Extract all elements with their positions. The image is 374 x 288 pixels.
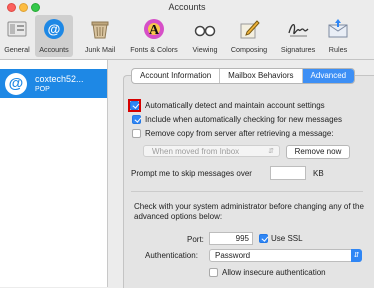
toolbar-item-accounts[interactable]: @ Accounts: [35, 15, 73, 57]
svg-text:A: A: [149, 23, 160, 38]
accounts-window: Accounts General @ Accounts Junk Mail A …: [0, 0, 374, 288]
authentication-select[interactable]: Password ⇵: [209, 249, 362, 262]
signature-icon: [288, 23, 309, 37]
tab-account-information[interactable]: Account Information: [132, 69, 221, 83]
use-ssl-checkbox[interactable]: [259, 234, 268, 243]
glasses-icon: [194, 25, 216, 37]
allow-insecure-checkbox[interactable]: [209, 268, 218, 277]
authentication-label: Authentication:: [145, 251, 198, 260]
divider: [131, 191, 363, 192]
remove-now-button[interactable]: Remove now: [286, 145, 350, 159]
allow-insecure-label: Allow insecure authentication: [222, 268, 326, 277]
window-title: Accounts: [168, 2, 206, 12]
general-icon: [7, 21, 27, 37]
port-label: Port:: [187, 235, 204, 244]
accounts-sidebar: @ coxtech52... POP: [0, 60, 108, 287]
toolbar-label: Signatures: [280, 45, 316, 54]
pencil-paper-icon: [240, 20, 260, 39]
rules-icon: [328, 19, 348, 38]
toolbar-item-viewing[interactable]: Viewing: [188, 15, 222, 57]
toolbar-label: Accounts: [39, 45, 69, 54]
toolbar-item-composing[interactable]: Composing: [225, 15, 273, 57]
include-auto-check-label: Include when automatically checking for …: [145, 115, 342, 124]
skip-messages-label: Prompt me to skip messages over: [131, 169, 252, 178]
remove-copy-checkbox[interactable]: [132, 129, 141, 138]
toolbar-item-fonts-colors[interactable]: A Fonts & Colors: [123, 15, 185, 57]
tab-mailbox-behaviors[interactable]: Mailbox Behaviors: [220, 69, 303, 83]
junk-mail-icon: [91, 21, 109, 39]
remove-when-value: When moved from Inbox: [152, 147, 240, 156]
toolbar-item-junk-mail[interactable]: Junk Mail: [80, 15, 120, 57]
toolbar-label: Fonts & Colors: [130, 45, 178, 54]
at-sign-icon: @: [44, 19, 64, 39]
skip-size-field[interactable]: [270, 166, 306, 180]
preferences-toolbar: General @ Accounts Junk Mail A Fonts & C…: [0, 13, 374, 60]
svg-text:@: @: [48, 22, 61, 37]
admin-note: Check with your system administrator bef…: [134, 202, 364, 221]
auto-detect-label: Automatically detect and maintain accoun…: [145, 101, 325, 110]
toolbar-label: Composing: [230, 45, 268, 54]
tab-advanced[interactable]: Advanced: [302, 69, 355, 83]
account-list-item[interactable]: @ coxtech52... POP: [0, 69, 107, 98]
port-field[interactable]: 995: [209, 232, 253, 245]
chevron-updown-icon: ⇵: [351, 249, 362, 262]
account-name: coxtech52...: [35, 74, 84, 84]
at-sign-icon: @: [5, 73, 27, 95]
remove-when-popup[interactable]: When moved from Inbox ⇵: [143, 145, 280, 157]
remove-copy-label: Remove copy from server after retrieving…: [145, 129, 334, 138]
include-auto-check-checkbox[interactable]: [132, 115, 141, 124]
skip-size-unit: KB: [313, 169, 324, 178]
toolbar-item-signatures[interactable]: Signatures: [276, 15, 320, 57]
account-type: POP: [35, 86, 50, 93]
account-tabs: Account Information Mailbox Behaviors Ad…: [131, 68, 356, 84]
chevron-updown-icon: ⇵: [268, 148, 274, 155]
toolbar-label: General: [4, 45, 30, 54]
fonts-colors-icon: A: [144, 19, 164, 39]
toolbar-label: Junk Mail: [84, 45, 116, 54]
toolbar-label: Viewing: [192, 45, 218, 54]
toolbar-item-rules[interactable]: Rules: [323, 15, 353, 57]
title-bar: Accounts: [0, 0, 374, 13]
auto-detect-checkbox[interactable]: [130, 101, 139, 110]
use-ssl-label: Use SSL: [271, 234, 303, 243]
authentication-value: Password: [215, 251, 251, 260]
toolbar-item-general[interactable]: General: [2, 15, 32, 57]
toolbar-label: Rules: [328, 45, 348, 54]
